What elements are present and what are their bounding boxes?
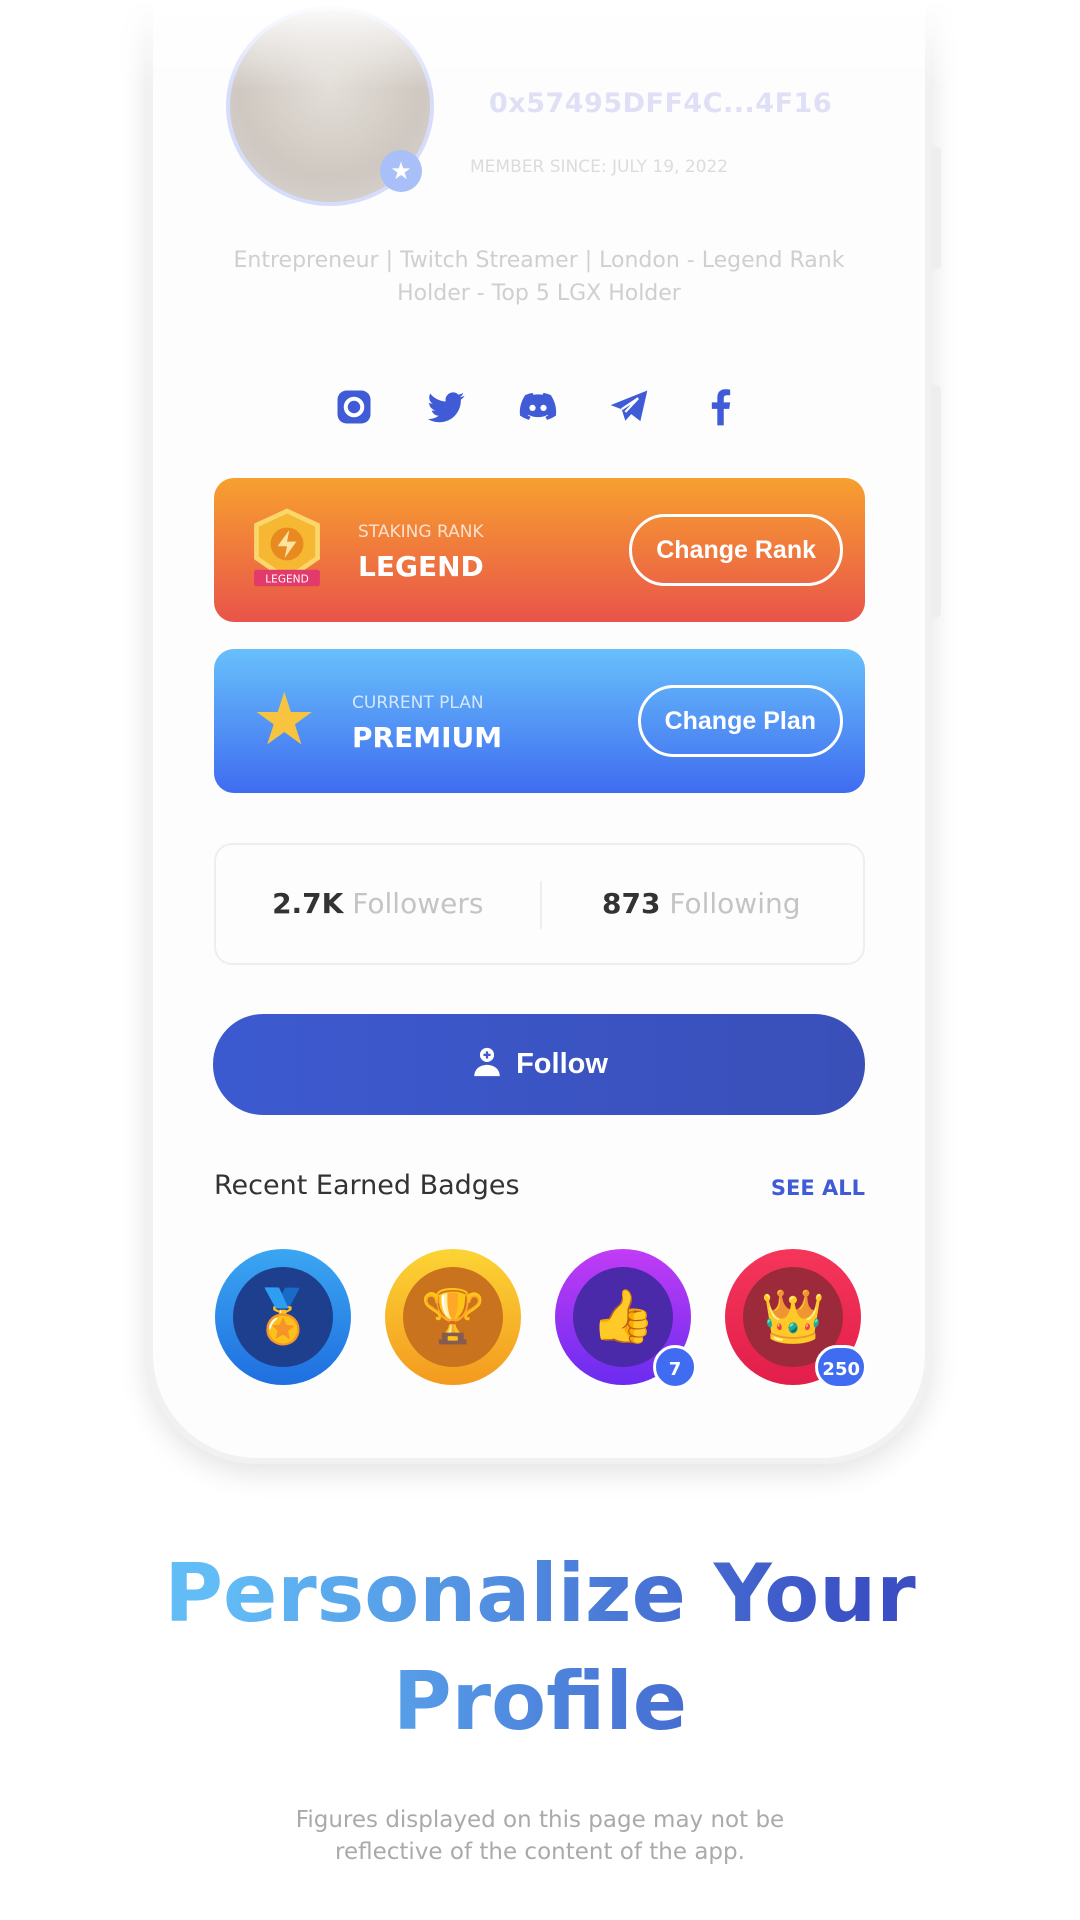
phone-side-button (931, 385, 941, 617)
change-rank-button[interactable]: Change Rank (629, 514, 843, 586)
current-plan-card: ★ CURRENT PLAN PREMIUM Change Plan (214, 649, 865, 793)
plan-label: CURRENT PLAN (352, 693, 484, 713)
twitter-icon[interactable] (424, 385, 468, 429)
follow-button[interactable]: Follow (213, 1014, 865, 1115)
phone-side-button (931, 147, 941, 269)
profile-bio: Entrepreneur | Twitch Streamer | London … (233, 248, 845, 306)
star-icon: ★ (252, 677, 317, 761)
wallet-address: 0x57495DFF4C...4F16 (489, 88, 833, 119)
section-title: Recent Earned Badges (214, 1170, 520, 1201)
see-all-link[interactable]: SEE ALL (771, 1176, 865, 1200)
badge-thumbs-up[interactable]: 👍 7 (555, 1249, 697, 1389)
plan-value: PREMIUM (352, 721, 503, 754)
legend-emblem-icon: LEGEND (254, 508, 320, 587)
disclaimer: Figures displayed on this page may not b… (295, 1807, 785, 1865)
following-stat[interactable]: 873 Following (540, 845, 864, 963)
top-fade (120, 0, 960, 90)
svg-text:LEGEND: LEGEND (265, 574, 308, 586)
instagram-icon[interactable] (332, 385, 376, 429)
badge-count: 7 (653, 1345, 697, 1389)
trophy-icon: 🏆 (403, 1267, 503, 1367)
add-user-icon (474, 1047, 500, 1077)
change-plan-button[interactable]: Change Plan (637, 685, 843, 757)
discord-icon[interactable] (516, 385, 560, 429)
staking-rank-card: LEGEND STAKING RANK LEGEND Change Rank (214, 478, 865, 622)
medal-icon: 🏅 (233, 1267, 333, 1367)
headline: Personalize Your Profile (0, 1540, 1080, 1756)
followers-stat[interactable]: 2.7K Followers (216, 845, 540, 963)
rank-label: STAKING RANK (358, 522, 484, 542)
badge-crown[interactable]: 👑 250 (725, 1249, 867, 1389)
badge-medal[interactable]: 🏅 (215, 1249, 351, 1385)
badge-count: 250 (815, 1345, 867, 1389)
rank-value: LEGEND (358, 550, 484, 583)
badge-trophy[interactable]: 🏆 (385, 1249, 521, 1385)
telegram-icon[interactable] (607, 385, 651, 429)
facebook-icon[interactable] (699, 385, 743, 429)
member-since: MEMBER SINCE: JULY 19, 2022 (470, 157, 729, 177)
follow-stats: 2.7K Followers 873 Following (214, 843, 865, 965)
verified-star-icon: ★ (380, 150, 422, 192)
